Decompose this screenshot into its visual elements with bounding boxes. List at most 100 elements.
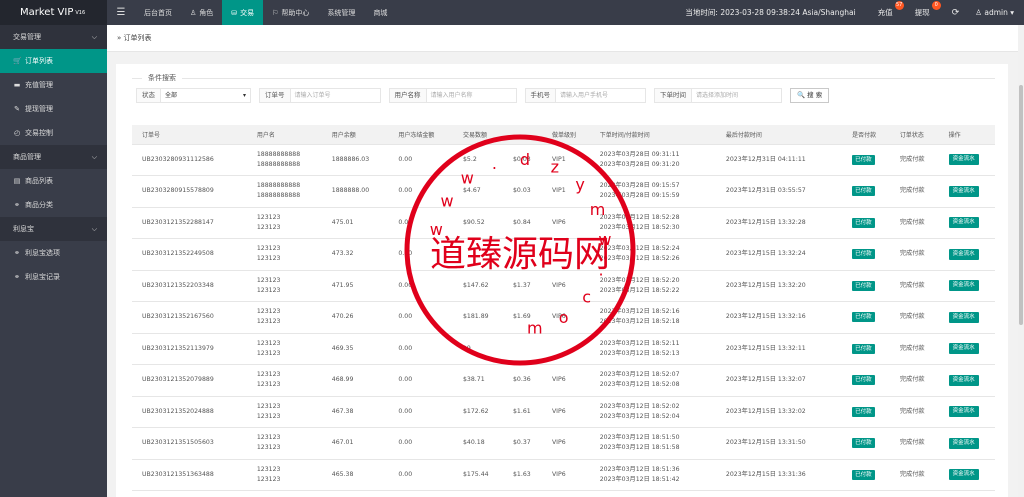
withdraw-link[interactable]: 提现 0 [915, 1, 941, 18]
cell-commission: $1.37 [513, 281, 531, 289]
sidebar-group[interactable]: 利息宝 ⌵ [0, 217, 107, 241]
fund-flow-button[interactable]: 资金流水 [948, 154, 979, 166]
table-cell: 123123 123123 [246, 301, 322, 334]
cell-amount: $147.62 [463, 281, 489, 289]
table-cell: 资金流水 [938, 364, 995, 397]
table-cell: 470.26 [321, 301, 389, 334]
cell-balance: 471.95 [331, 281, 354, 289]
sidebar-item[interactable]: 🛒 订单列表 [0, 49, 107, 73]
cell-status: 完成付款 [899, 376, 925, 384]
cell-user2: 123123 [256, 412, 281, 420]
table-cell: 已付款 [842, 175, 890, 208]
cell-level: VIP6 [551, 313, 566, 321]
table-cell: 资金流水 [938, 207, 995, 239]
topnav-item[interactable]: 系统管理 [318, 0, 364, 25]
refresh-icon[interactable]: ⟳ [952, 8, 960, 18]
sidebar-item[interactable]: ▤ 商品列表 [0, 169, 107, 193]
fund-flow-button[interactable]: 资金流水 [948, 185, 979, 197]
cell-status: 完成付款 [899, 187, 925, 195]
chevron-down-icon: ⌵ [91, 224, 97, 233]
sidebar-item-icon: ◴ [13, 129, 21, 137]
cell-t2: 2023年03月12日 18:52:04 [599, 412, 680, 420]
cell-t2: 2023年03月12日 18:52:08 [599, 381, 680, 389]
phone-input[interactable]: 请输入用户手机号 [556, 88, 646, 103]
sidebar-item[interactable]: ✎ 提现管理 [0, 97, 107, 121]
table-cell: $4.67 [453, 175, 503, 208]
cell-frozen: 0.00 [398, 187, 413, 195]
cell-id: UB2303121352167560 [142, 313, 214, 321]
table-cell: 0.00 [388, 207, 453, 239]
fund-flow-button[interactable]: 资金流水 [948, 311, 979, 323]
sidebar-item[interactable]: ⚭ 利息宝记录 [0, 265, 107, 289]
recharge-link[interactable]: 充值 57 [878, 1, 904, 18]
table-cell: VIP6 [541, 459, 590, 491]
table-cell: UB2303280931112586 [132, 144, 247, 176]
fund-flow-button[interactable]: 资金流水 [948, 248, 979, 260]
cell-paid: 已付款 [852, 406, 875, 417]
sidebar-item[interactable]: ▬ 充值管理 [0, 73, 107, 97]
sidebar-item[interactable]: ◴ 交易控制 [0, 121, 107, 145]
status-select[interactable]: 全部 ▾ [161, 88, 251, 103]
admin-menu[interactable]: ♙ admin ▾ [975, 8, 1014, 17]
search-button[interactable]: 🔍 搜 索 [790, 88, 830, 103]
cell-user2: 18888888888 [256, 160, 301, 168]
cell-amount: $172.62 [463, 407, 489, 415]
table-cell: VIP6 [541, 427, 590, 460]
fund-flow-button[interactable]: 资金流水 [948, 217, 979, 229]
sidebar-group[interactable]: 交易管理 ⌵ [0, 25, 107, 49]
sidebar-item-label: 商品列表 [25, 177, 53, 185]
app-logo[interactable]: Market VIP V16 [0, 0, 107, 25]
table-cell: $9 [453, 333, 503, 365]
table-cell: 资金流水 [938, 459, 995, 491]
topnav-item[interactable]: ⛁ 交易 [222, 0, 264, 25]
table-cell: 完成付款 [889, 396, 939, 428]
table-cell: 资金流水 [938, 396, 995, 428]
cell-balance: 1888886.03 [331, 155, 370, 163]
scrollbar[interactable] [1018, 25, 1024, 497]
topnav-item[interactable]: ♙ 角色 [181, 0, 222, 25]
username-input[interactable]: 请输入用户名称 [426, 88, 517, 103]
topnav-item[interactable]: ⚐ 帮助中心 [263, 0, 318, 25]
fund-flow-button[interactable]: 资金流水 [948, 469, 979, 481]
sidebar-group[interactable]: 商品管理 ⌵ [0, 145, 107, 169]
sidebar-item[interactable]: ⚭ 商品分类 [0, 193, 107, 217]
cell-frozen: 0.00 [398, 376, 413, 384]
table-cell: 2023年12月31日 03:55:57 [715, 175, 843, 208]
fund-flow-button[interactable]: 资金流水 [948, 437, 979, 449]
table-cell: 468.99 [321, 364, 389, 397]
cell-id: UB2303280931112586 [142, 155, 214, 163]
main-content: » 订单列表 条件搜索 状态 全部 ▾ 订单号 请输入订单号 用户名称 请输入用户… [107, 25, 1024, 497]
order-no-input[interactable]: 请输入订单号 [290, 88, 381, 103]
cell-frozen: 0.00 [398, 313, 413, 321]
cell-t2: 2023年03月12日 18:52:13 [599, 349, 680, 357]
fund-flow-button[interactable]: 资金流水 [948, 374, 979, 386]
cell-user2: 123123 [256, 444, 281, 452]
status-label: 状态 [136, 88, 161, 103]
topnav-label: 后台首页 [144, 8, 172, 17]
order-time-input[interactable]: 请选择添加时间 [692, 88, 782, 103]
cell-level: VIP6 [551, 470, 566, 478]
fund-flow-button[interactable]: 资金流水 [948, 406, 979, 418]
menu-toggle-icon[interactable]: ☰ [107, 7, 135, 18]
sidebar-item[interactable]: ⚭ 利息宝选项 [0, 241, 107, 265]
table-cell: 完成付款 [889, 270, 939, 302]
cell-balance: 467.38 [331, 407, 354, 415]
cell-balance: 469.35 [331, 344, 354, 352]
topnav-item[interactable]: 后台首页 [135, 0, 181, 25]
phone-label: 手机号 [524, 88, 556, 103]
order-table: 订单号 用户名 用户余额 用户冻结金额 交易数额 做单级别 下单时间/付款时间 最后付款时间是… [132, 125, 995, 491]
withdraw-badge: 0 [931, 1, 941, 10]
topnav-item[interactable]: 商城 [364, 0, 396, 25]
cell-last: 2023年12月15日 13:32:11 [725, 344, 806, 352]
cell-level: VIP6 [551, 439, 566, 447]
cell-paid: 已付款 [852, 343, 875, 354]
cell-user2: 123123 [256, 349, 281, 357]
sidebar: 交易管理 ⌵ 🛒 订单列表 ▬ 充值管理 ✎ 提现管理 ◴ 交易控制 商品管理 ⌵ ▤ 商品列表 ⚭ 商品分类… [0, 25, 107, 497]
table-cell: 123123 123123 [246, 459, 322, 491]
sidebar-group-label: 交易管理 [13, 33, 41, 41]
fund-flow-button[interactable]: 资金流水 [948, 280, 979, 292]
table-header-cell: 下单时间/付款时间 [589, 125, 716, 145]
fund-flow-button[interactable]: 资金流水 [948, 343, 979, 355]
cell-t1: 2023年03月12日 18:52:16 [599, 308, 680, 316]
scrollbar-thumb[interactable] [1019, 85, 1023, 325]
